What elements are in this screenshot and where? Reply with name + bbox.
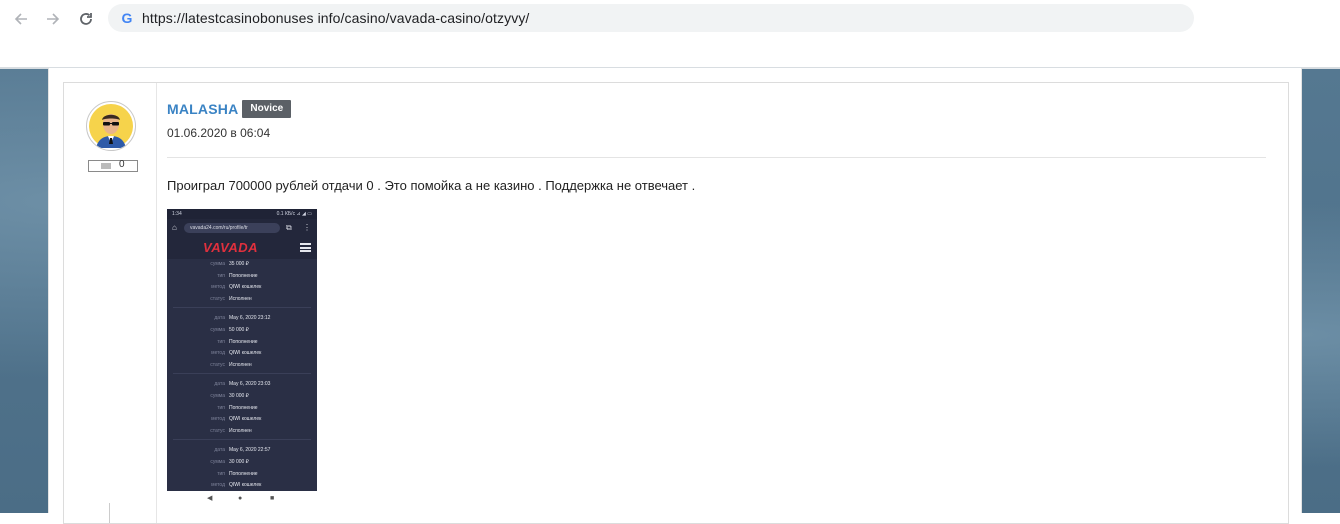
transaction-key: тип: [217, 470, 225, 477]
browser-toolbar: G https://latestcasinobonuses info/casin…: [0, 0, 1340, 38]
status-icons: 0.1 КБ/с ⊿ ◢ ▭: [276, 211, 312, 217]
author-column: 0: [64, 83, 157, 523]
transaction-key: метод: [211, 416, 225, 423]
transaction-row: сумма 30 000 ₽: [173, 457, 311, 469]
phone-url-bar: ⌂ vavada24.com/ru/profile/tr ⧉ ⋮: [167, 219, 317, 237]
transaction-row: метод QIWI кошелек: [173, 480, 311, 492]
phone-url: vavada24.com/ru/profile/tr: [184, 223, 280, 233]
transaction-key: метод: [211, 350, 225, 357]
transaction-row: тип Пополнение: [173, 337, 311, 349]
vavada-logo: VAVADA: [203, 240, 258, 255]
attached-screenshot[interactable]: 1:34 0.1 КБ/с ⊿ ◢ ▭ ⌂ vavada24.com/ru/pr…: [167, 209, 317, 507]
transaction-value: Исполнен: [229, 427, 252, 434]
column-mark: [109, 503, 110, 523]
home-icon: ⌂: [172, 223, 177, 232]
transaction-value: 30 000 ₽: [229, 392, 249, 399]
status-time: 1:34: [172, 211, 182, 217]
transaction-row: сумма 30 000 ₽: [173, 391, 311, 403]
transaction-value: Исполнен: [229, 361, 252, 368]
phone-nav-bar: ◀ ● ■: [167, 491, 317, 507]
transaction-value: May 6, 2020 23:03: [229, 381, 271, 388]
transaction-value: QIWI кошелек: [229, 284, 262, 291]
transaction-value: 35 000 ₽: [229, 261, 249, 267]
transaction-key: метод: [211, 284, 225, 291]
url-text[interactable]: https://latestcasinobonuses info/casino/…: [142, 4, 529, 32]
transaction-row: тип Пополнение: [173, 469, 311, 481]
content-container: 0 MALASHA Novice 01.06.2020 в 06:04 Прои…: [48, 68, 1302, 524]
google-icon: G: [121, 10, 133, 26]
review-card: 0 MALASHA Novice 01.06.2020 в 06:04 Прои…: [63, 82, 1289, 524]
more-icon: ⋮: [303, 223, 311, 232]
transaction-row: статус Исполнен: [173, 294, 311, 306]
transaction-value: Исполнен: [229, 295, 252, 302]
nav-recent-icon: ■: [270, 495, 275, 502]
transaction-key: дата: [214, 447, 225, 454]
author-line: MALASHA Novice: [167, 99, 292, 119]
transaction-row: метод QIWI кошелек: [173, 348, 311, 360]
transaction-value: May 6, 2020 22:57: [229, 447, 271, 454]
divider: [167, 157, 1266, 158]
nav-home-icon: ●: [238, 495, 243, 502]
transaction-key: сумма: [210, 326, 225, 333]
reload-icon: [80, 13, 92, 25]
transaction-row: дата May 6, 2020 23:03: [173, 379, 311, 391]
back-button[interactable]: [10, 8, 32, 30]
transaction-key: статус: [210, 361, 225, 368]
transaction-key: статус: [210, 427, 225, 434]
transaction-row: метод QIWI кошелек: [173, 282, 311, 294]
transaction-value: May 6, 2020 23:12: [229, 315, 271, 322]
transaction-row: сумма 35 000 ₽: [173, 259, 311, 271]
transaction-key: сумма: [210, 392, 225, 399]
transaction-row: тип Пополнение: [173, 271, 311, 283]
forward-button[interactable]: [42, 8, 64, 30]
transaction-key: сумма: [210, 261, 225, 267]
transaction-value: Пополнение: [229, 404, 258, 411]
author-name[interactable]: MALASHA: [167, 101, 238, 117]
transaction-row: дата May 6, 2020 23:12: [173, 313, 311, 325]
user-rating: 0: [88, 159, 138, 172]
transaction-value: Пополнение: [229, 272, 258, 279]
transaction-key: дата: [214, 381, 225, 388]
transaction-value: QIWI кошелек: [229, 416, 262, 423]
rating-value: 0: [119, 159, 125, 170]
transaction-row: дата May 6, 2020 22:57: [173, 445, 311, 457]
post-date: 01.06.2020 в 06:04: [167, 126, 271, 140]
transaction-key: тип: [217, 272, 225, 279]
rating-bar: [101, 163, 111, 169]
user-avatar-icon: [89, 104, 133, 148]
transaction-row: метод QIWI кошелек: [173, 414, 311, 426]
review-text: Проиграл 700000 рублей отдачи 0 . Это по…: [167, 178, 696, 193]
transaction-key: статус: [210, 295, 225, 302]
rank-badge: Novice: [242, 100, 292, 118]
transaction-value: Пополнение: [229, 470, 258, 477]
transaction-key: тип: [217, 338, 225, 345]
transaction-row: сумма 50 000 ₽: [173, 325, 311, 337]
avatar[interactable]: [86, 101, 136, 151]
transaction-value: 50 000 ₽: [229, 326, 249, 333]
arrow-right-icon: [47, 13, 60, 25]
menu-icon: [300, 243, 311, 252]
transaction-key: сумма: [210, 458, 225, 465]
transaction-row: тип Пополнение: [173, 403, 311, 415]
reload-button[interactable]: [75, 8, 97, 30]
transaction-value: QIWI кошелек: [229, 350, 262, 357]
transaction-key: тип: [217, 404, 225, 411]
transaction-value: 30 000 ₽: [229, 458, 249, 465]
transaction-value: QIWI кошелек: [229, 482, 262, 489]
phone-site-header: VAVADA: [167, 237, 317, 259]
tabs-icon: ⧉: [286, 223, 292, 232]
transaction-value: Пополнение: [229, 338, 258, 345]
transaction-row: статус Исполнен: [173, 426, 311, 438]
transaction-row: статус Исполнен: [173, 360, 311, 372]
arrow-left-icon: [14, 13, 27, 25]
transaction-list: сумма 35 000 ₽ тип Пополнение метод QIWI коше…: [173, 259, 311, 492]
transaction-key: метод: [211, 482, 225, 489]
phone-status-bar: 1:34 0.1 КБ/с ⊿ ◢ ▭: [167, 209, 317, 219]
address-bar[interactable]: G https://latestcasinobonuses info/casin…: [108, 4, 1194, 32]
transaction-key: дата: [214, 315, 225, 322]
nav-back-icon: ◀: [207, 495, 213, 502]
